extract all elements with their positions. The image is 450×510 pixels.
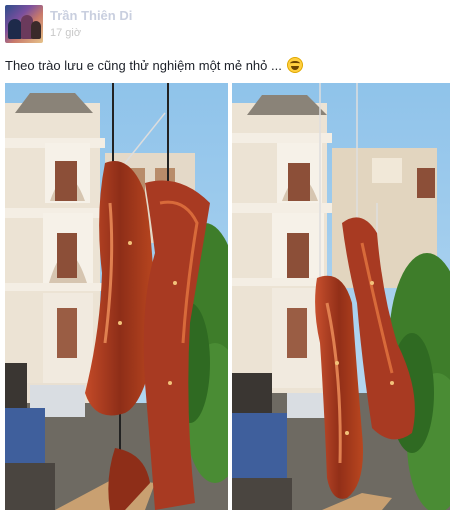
laughing-emoji-icon	[286, 57, 303, 73]
facebook-post: Trần Thiên Di 17 giờ Theo trào lưu e cũn…	[0, 0, 450, 510]
author-name[interactable]: Trần Thiên Di	[50, 8, 132, 23]
author-avatar[interactable]	[5, 5, 43, 43]
post-timestamp[interactable]: 17 giờ	[50, 27, 81, 39]
photo-dried-meat-left[interactable]	[5, 83, 228, 510]
photo-dried-meat-right[interactable]	[232, 83, 450, 510]
post-caption-text: Theo trào lưu e cũng thử nghiệm một mẻ n…	[5, 57, 282, 73]
post-header: Trần Thiên Di 17 giờ	[0, 0, 450, 48]
post-caption: Theo trào lưu e cũng thử nghiệm một mẻ n…	[5, 55, 425, 75]
